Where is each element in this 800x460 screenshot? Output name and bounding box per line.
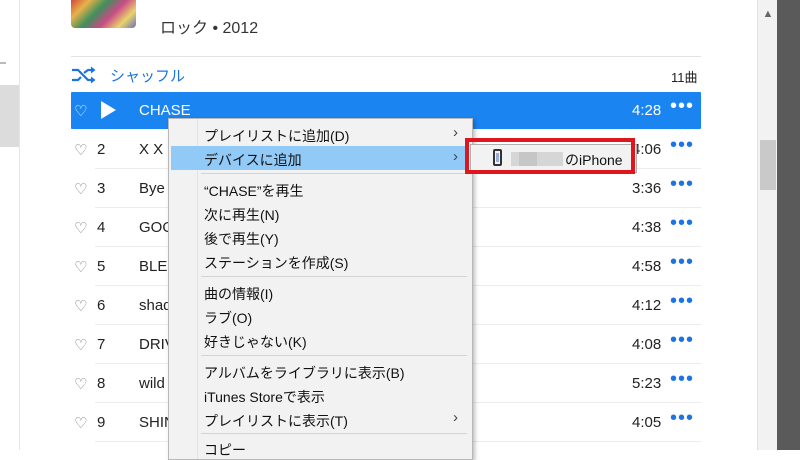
- device-submenu[interactable]: のiPhone: [470, 144, 637, 173]
- left-gutter: [0, 0, 20, 450]
- track-number: 8: [97, 375, 106, 392]
- heart-icon[interactable]: ♡: [74, 141, 87, 159]
- track-duration: 4:12: [632, 297, 662, 314]
- menu-item-label: 好きじゃない(K): [204, 334, 307, 350]
- more-options-icon[interactable]: •••: [670, 368, 694, 391]
- menu-separator: [201, 276, 467, 277]
- menu-separator: [201, 173, 467, 174]
- track-title: Bye: [139, 180, 165, 197]
- context-menu: プレイリストに追加(D) › デバイスに追加 › “CHASE”を再生 次に再生…: [168, 118, 473, 460]
- gutter-tick: [0, 62, 6, 64]
- track-number: 6: [97, 297, 106, 314]
- menu-item-label: iTunes Storeで表示: [204, 389, 325, 405]
- track-number: 4: [97, 219, 106, 236]
- menu-item-play-next[interactable]: 次に再生(N): [171, 201, 469, 225]
- menu-item-song-info[interactable]: 曲の情報(I): [171, 280, 469, 304]
- scroll-up-icon[interactable]: ▲: [762, 8, 774, 20]
- menu-item-label: “CHASE”を再生: [204, 183, 304, 199]
- more-options-icon[interactable]: •••: [670, 173, 694, 196]
- album-artwork[interactable]: [71, 0, 136, 28]
- header-divider: [71, 56, 701, 57]
- track-duration: 5:23: [632, 375, 662, 392]
- menu-item-show-in-store[interactable]: iTunes Storeで表示: [171, 383, 469, 407]
- menu-item-label: 次に再生(N): [204, 207, 280, 223]
- track-title: shad: [139, 297, 172, 314]
- menu-item-copy[interactable]: コピー: [171, 436, 469, 460]
- shuffle-icon[interactable]: [71, 66, 97, 84]
- device-name-label: のiPhone: [565, 152, 623, 168]
- more-options-icon[interactable]: •••: [670, 290, 694, 313]
- heart-icon[interactable]: ♡: [74, 375, 87, 393]
- shuffle-button[interactable]: シャッフル: [110, 65, 185, 86]
- menu-item-label: プレイリストに追加(D): [204, 128, 350, 144]
- heart-icon[interactable]: ♡: [74, 102, 87, 120]
- track-duration: 4:28: [632, 102, 662, 119]
- heart-icon[interactable]: ♡: [74, 336, 87, 354]
- menu-item-label: 曲の情報(I): [204, 286, 274, 302]
- menu-item-show-album[interactable]: アルバムをライブラリに表示(B): [171, 359, 469, 383]
- track-number: 7: [97, 336, 106, 353]
- redacted-device-name: [511, 152, 563, 166]
- track-title: CHASE: [139, 102, 191, 119]
- menu-item-label: コピー: [204, 442, 246, 458]
- menu-item-add-to-device[interactable]: デバイスに追加 ›: [171, 146, 469, 170]
- menu-item-love[interactable]: ラブ(O): [171, 304, 469, 328]
- album-more-icon[interactable]: •••: [670, 0, 690, 8]
- track-title: X X: [139, 141, 164, 158]
- iphone-icon: [493, 149, 502, 166]
- track-number: 9: [97, 414, 106, 431]
- track-duration: 3:36: [632, 180, 662, 197]
- more-options-icon[interactable]: •••: [670, 134, 694, 157]
- track-duration: 4:38: [632, 219, 662, 236]
- menu-item-label: プレイリストに表示(T): [204, 413, 348, 429]
- heart-icon[interactable]: ♡: [74, 414, 87, 432]
- track-number: 3: [97, 180, 106, 197]
- chevron-right-icon: ›: [453, 409, 458, 426]
- menu-item-add-to-playlist[interactable]: プレイリストに追加(D) ›: [171, 122, 469, 146]
- heart-icon[interactable]: ♡: [74, 297, 87, 315]
- chevron-right-icon: ›: [453, 124, 458, 141]
- menu-separator: [201, 355, 467, 356]
- menu-item-label: アルバムをライブラリに表示(B): [204, 365, 405, 381]
- menu-item-label: 後で再生(Y): [204, 231, 279, 247]
- gutter-divider: [19, 0, 20, 450]
- menu-item-label: ラブ(O): [204, 310, 253, 326]
- window-background: [777, 0, 800, 450]
- more-options-icon[interactable]: •••: [670, 407, 694, 430]
- menu-item-label: ステーションを作成(S): [204, 255, 349, 271]
- menu-item-create-station[interactable]: ステーションを作成(S): [171, 249, 469, 273]
- track-duration: 4:08: [632, 336, 662, 353]
- more-options-icon[interactable]: •••: [670, 329, 694, 352]
- menu-item-label: デバイスに追加: [204, 152, 302, 168]
- album-genre-year: ロック • 2012: [160, 20, 259, 37]
- scrollbar-track[interactable]: ▲: [757, 0, 778, 450]
- track-number: 2: [97, 141, 106, 158]
- menu-separator: [201, 433, 467, 434]
- menu-item-dislike[interactable]: 好きじゃない(K): [171, 328, 469, 352]
- right-scroll-region: ▲: [757, 0, 800, 450]
- more-options-icon[interactable]: •••: [670, 95, 694, 118]
- play-icon[interactable]: [101, 101, 116, 119]
- scrollbar-thumb[interactable]: [760, 140, 776, 190]
- track-duration: 4:05: [632, 414, 662, 431]
- track-duration: 4:58: [632, 258, 662, 275]
- menu-item-play[interactable]: “CHASE”を再生: [171, 177, 469, 201]
- song-count: 11曲: [671, 70, 698, 85]
- track-number: 5: [97, 258, 106, 275]
- more-options-icon[interactable]: •••: [670, 212, 694, 235]
- track-title: wild: [139, 375, 165, 392]
- gutter-band: [0, 85, 20, 147]
- chevron-right-icon: ›: [453, 148, 458, 165]
- heart-icon[interactable]: ♡: [74, 180, 87, 198]
- menu-item-show-in-playlist[interactable]: プレイリストに表示(T) ›: [171, 407, 469, 431]
- heart-icon[interactable]: ♡: [74, 219, 87, 237]
- menu-item-play-later[interactable]: 後で再生(Y): [171, 225, 469, 249]
- heart-icon[interactable]: ♡: [74, 258, 87, 276]
- more-options-icon[interactable]: •••: [670, 251, 694, 274]
